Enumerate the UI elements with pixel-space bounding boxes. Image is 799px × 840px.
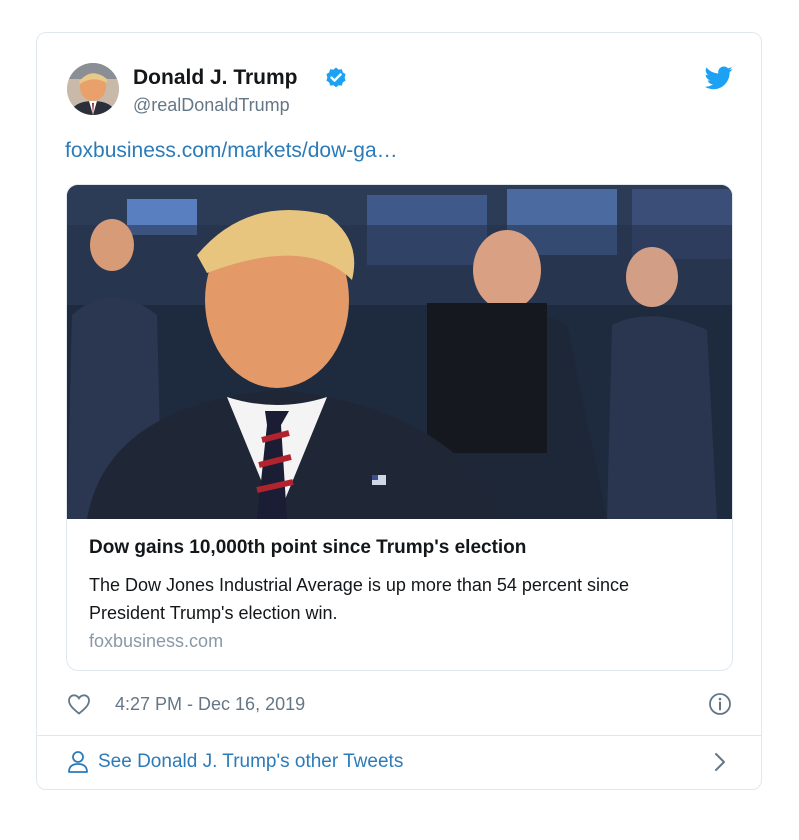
chevron-right-icon[interactable] <box>713 751 727 773</box>
tweet-card: Donald J. Trump @realDonaldTrump foxbusi… <box>36 32 762 790</box>
author-handle[interactable]: @realDonaldTrump <box>133 95 290 116</box>
tweet-link[interactable]: foxbusiness.com/markets/dow-ga… <box>65 139 398 163</box>
article-photo <box>67 185 732 519</box>
author-name[interactable]: Donald J. Trump <box>133 66 298 90</box>
heart-icon[interactable] <box>67 693 91 715</box>
link-card-domain: foxbusiness.com <box>89 631 224 651</box>
link-preview-card[interactable]: Dow gains 10,000th point since Trump's e… <box>66 184 733 671</box>
verified-badge-icon <box>326 67 346 88</box>
footer-divider <box>37 735 761 736</box>
link-card-description: The Dow Jones Industrial Average is up m… <box>89 575 629 623</box>
person-icon <box>68 751 88 773</box>
see-other-tweets-link[interactable]: See Donald J. Trump's other Tweets <box>98 751 403 773</box>
link-card-title: Dow gains 10,000th point since Trump's e… <box>89 537 527 558</box>
tweet-timestamp[interactable]: 4:27 PM - Dec 16, 2019 <box>115 694 305 715</box>
info-icon[interactable] <box>708 692 732 716</box>
twitter-bird-icon[interactable] <box>705 66 733 90</box>
author-avatar[interactable] <box>67 63 119 115</box>
